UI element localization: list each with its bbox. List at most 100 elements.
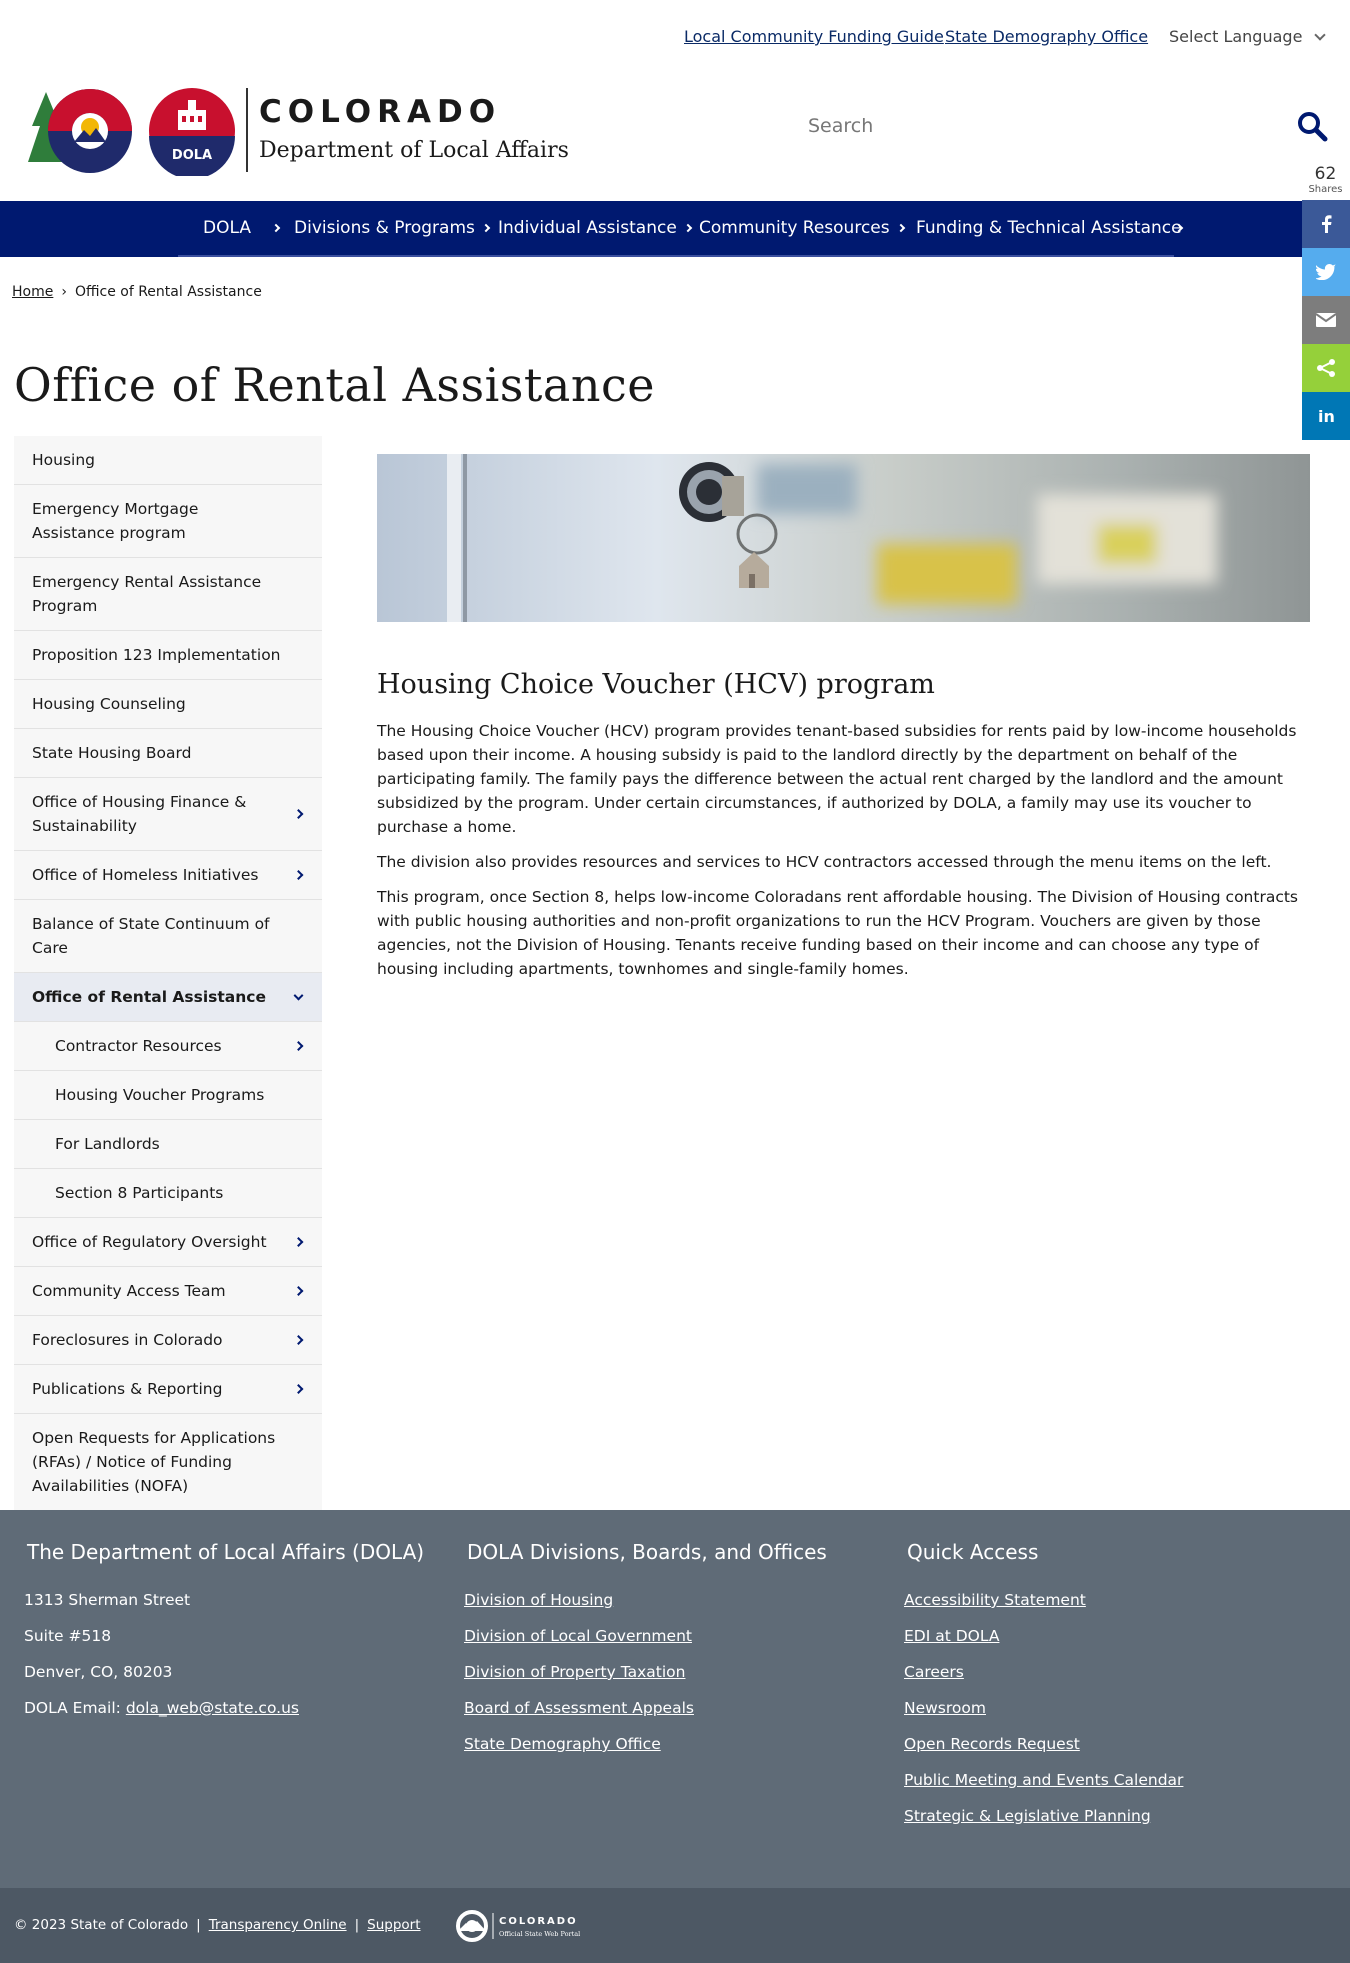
sidebar-item-state-housing-board[interactable]: State Housing Board xyxy=(14,729,322,778)
sidebar-item-proposition-123[interactable]: Proposition 123 Implementation xyxy=(14,631,322,680)
sidebar-item-rental-assistance[interactable]: Office of Rental Assistance xyxy=(14,973,322,1022)
transparency-online-link[interactable]: Transparency Online xyxy=(209,1917,347,1933)
sidebar-item-publications-reporting[interactable]: Publications & Reporting xyxy=(14,1365,322,1414)
support-link[interactable]: Support xyxy=(367,1917,420,1933)
footer-email-line: DOLA Email: dola_web@state.co.us xyxy=(24,1699,299,1717)
footer-column-title: The Department of Local Affairs (DOLA) xyxy=(27,1540,425,1564)
header-divider xyxy=(246,88,248,172)
facebook-icon xyxy=(1322,215,1332,233)
chevron-right-icon xyxy=(293,1237,304,1247)
sidebar-item-foreclosures[interactable]: Foreclosures in Colorado xyxy=(14,1316,322,1365)
separator: | xyxy=(196,1917,201,1933)
sidebar-subitem-housing-voucher-programs[interactable]: Housing Voucher Programs xyxy=(14,1071,322,1120)
twitter-icon xyxy=(1316,264,1336,280)
footer-link-division-of-property-taxation[interactable]: Division of Property Taxation xyxy=(464,1663,685,1681)
portal-title: COLORADO xyxy=(499,1916,578,1927)
footer: The Department of Local Affairs (DOLA) 1… xyxy=(0,1510,1350,1888)
search-icon xyxy=(1298,112,1328,142)
footer-link-accessibility-statement[interactable]: Accessibility Statement xyxy=(904,1591,1086,1609)
separator: | xyxy=(354,1917,360,1933)
search-input[interactable] xyxy=(808,104,1248,148)
footer-link-newsroom[interactable]: Newsroom xyxy=(904,1699,986,1717)
brand-title[interactable]: COLORADO xyxy=(259,94,501,130)
email-share-button[interactable] xyxy=(1302,296,1350,344)
sidebar-subitem-for-landlords[interactable]: For Landlords xyxy=(14,1120,322,1169)
colorado-dola-logo[interactable]: DOLA xyxy=(28,86,238,179)
sidebar-item-emergency-mortgage-assistance[interactable]: Emergency Mortgage Assistance program xyxy=(14,485,322,558)
sidebar-item-emergency-rental-assistance[interactable]: Emergency Rental Assistance Program xyxy=(14,558,322,631)
chevron-right-icon xyxy=(293,1041,304,1051)
chevron-right-icon xyxy=(293,1335,304,1345)
footer-legal: © 2023 State of Colorado | Transparency … xyxy=(14,1917,421,1933)
nav-item-funding-technical-assistance[interactable]: Funding & Technical Assistance xyxy=(916,218,1183,238)
language-select[interactable]: Select Language xyxy=(1169,27,1327,46)
footer-link-division-of-local-government[interactable]: Division of Local Government xyxy=(464,1627,692,1645)
footer-link-careers[interactable]: Careers xyxy=(904,1663,964,1681)
content-paragraph: The Housing Choice Voucher (HCV) program… xyxy=(377,722,1297,836)
page-title: Office of Rental Assistance xyxy=(14,358,655,412)
footer-column-title: DOLA Divisions, Boards, and Offices xyxy=(467,1540,827,1564)
colorado-official-portal-logo[interactable]: COLORADO Official State Web Portal xyxy=(455,1909,595,1943)
breadcrumb-separator: › xyxy=(61,284,67,300)
utility-bar: Local Community Funding Guide State Demo… xyxy=(0,0,1350,75)
twitter-share-button[interactable] xyxy=(1302,248,1350,296)
breadcrumb: Home › Office of Rental Assistance xyxy=(12,284,262,300)
chevron-right-icon xyxy=(293,809,304,819)
footer-bottom-bar: © 2023 State of Colorado | Transparency … xyxy=(0,1888,1350,1963)
sidebar-subitem-section-8-participants[interactable]: Section 8 Participants xyxy=(14,1169,322,1218)
sidebar-item-open-requests-rfa-nofa[interactable]: Open Requests for Applications (RFAs) / … xyxy=(14,1414,322,1511)
main-nav: DOLA Divisions & Programs Individual Ass… xyxy=(0,201,1350,257)
footer-link-public-meeting-calendar[interactable]: Public Meeting and Events Calendar xyxy=(904,1771,1183,1789)
footer-address-line: Denver, CO, 80203 xyxy=(24,1663,173,1681)
dola-badge-text: DOLA xyxy=(172,148,212,163)
breadcrumb-current: Office of Rental Assistance xyxy=(74,284,262,300)
linkedin-icon: in xyxy=(1318,408,1335,424)
footer-link-division-of-housing[interactable]: Division of Housing xyxy=(464,1591,613,1609)
language-select-label: Select Language xyxy=(1169,27,1303,46)
svg-text:in: in xyxy=(1318,408,1335,424)
sidebar-item-housing-counseling[interactable]: Housing Counseling xyxy=(14,680,322,729)
sharethis-share-button[interactable] xyxy=(1302,344,1350,392)
brand-subtitle[interactable]: Department of Local Affairs xyxy=(259,138,569,163)
footer-link-strategic-legislative-planning[interactable]: Strategic & Legislative Planning xyxy=(904,1807,1151,1825)
sidebar-item-housing-finance-sustainability[interactable]: Office of Housing Finance & Sustainabili… xyxy=(14,778,322,851)
footer-address-line: Suite #518 xyxy=(24,1627,112,1645)
share-count-number: 62 xyxy=(1314,164,1337,184)
footer-email-link[interactable]: dola_web@state.co.us xyxy=(126,1699,299,1717)
sidebar-subitem-contractor-resources[interactable]: Contractor Resources xyxy=(14,1022,322,1071)
state-demography-office-link[interactable]: State Demography Office xyxy=(945,27,1148,46)
linkedin-share-button[interactable]: in xyxy=(1302,392,1350,440)
sidebar-item-community-access-team[interactable]: Community Access Team xyxy=(14,1267,322,1316)
hero-image-key-in-door xyxy=(377,454,1310,622)
nav-item-individual-assistance[interactable]: Individual Assistance xyxy=(498,218,693,238)
sidebar-nav: Housing Emergency Mortgage Assistance pr… xyxy=(14,436,322,1511)
email-icon xyxy=(1316,313,1336,327)
sidebar-item-regulatory-oversight[interactable]: Office of Regulatory Oversight xyxy=(14,1218,322,1267)
chevron-right-icon xyxy=(293,1286,304,1296)
footer-link-board-of-assessment-appeals[interactable]: Board of Assessment Appeals xyxy=(464,1699,694,1717)
footer-column-title: Quick Access xyxy=(907,1540,1039,1564)
sidebar-item-balance-of-state-coc[interactable]: Balance of State Continuum of Care xyxy=(14,900,322,973)
chevron-right-icon xyxy=(293,1384,304,1394)
nav-item-dola[interactable]: DOLA xyxy=(203,218,281,238)
facebook-share-button[interactable] xyxy=(1302,200,1350,248)
portal-subtitle: Official State Web Portal xyxy=(499,1930,580,1938)
content-body: The Housing Choice Voucher (HCV) program… xyxy=(377,719,1312,992)
breadcrumb-home-link[interactable]: Home xyxy=(12,284,53,300)
nav-item-divisions-programs[interactable]: Divisions & Programs xyxy=(294,218,491,238)
search-form xyxy=(808,104,1328,148)
sidebar-item-homeless-initiatives[interactable]: Office of Homeless Initiatives xyxy=(14,851,322,900)
local-community-funding-guide-link[interactable]: Local Community Funding Guide xyxy=(684,27,944,46)
search-button[interactable] xyxy=(1296,110,1328,142)
footer-link-open-records-request[interactable]: Open Records Request xyxy=(904,1735,1080,1753)
main-nav-inner: DOLA Divisions & Programs Individual Ass… xyxy=(178,201,1183,257)
footer-column-divisions: DOLA Divisions, Boards, and Offices Divi… xyxy=(464,1540,827,1770)
chevron-right-icon xyxy=(481,223,491,233)
content-heading: Housing Choice Voucher (HCV) program xyxy=(377,669,935,700)
content-paragraph: This program, once Section 8, helps low-… xyxy=(377,888,1299,978)
chevron-right-icon xyxy=(293,870,304,880)
footer-link-state-demography-office[interactable]: State Demography Office xyxy=(464,1735,661,1753)
footer-link-edi-at-dola[interactable]: EDI at DOLA xyxy=(904,1627,999,1645)
nav-item-community-resources[interactable]: Community Resources xyxy=(699,218,905,238)
sidebar-item-housing[interactable]: Housing xyxy=(14,436,322,485)
